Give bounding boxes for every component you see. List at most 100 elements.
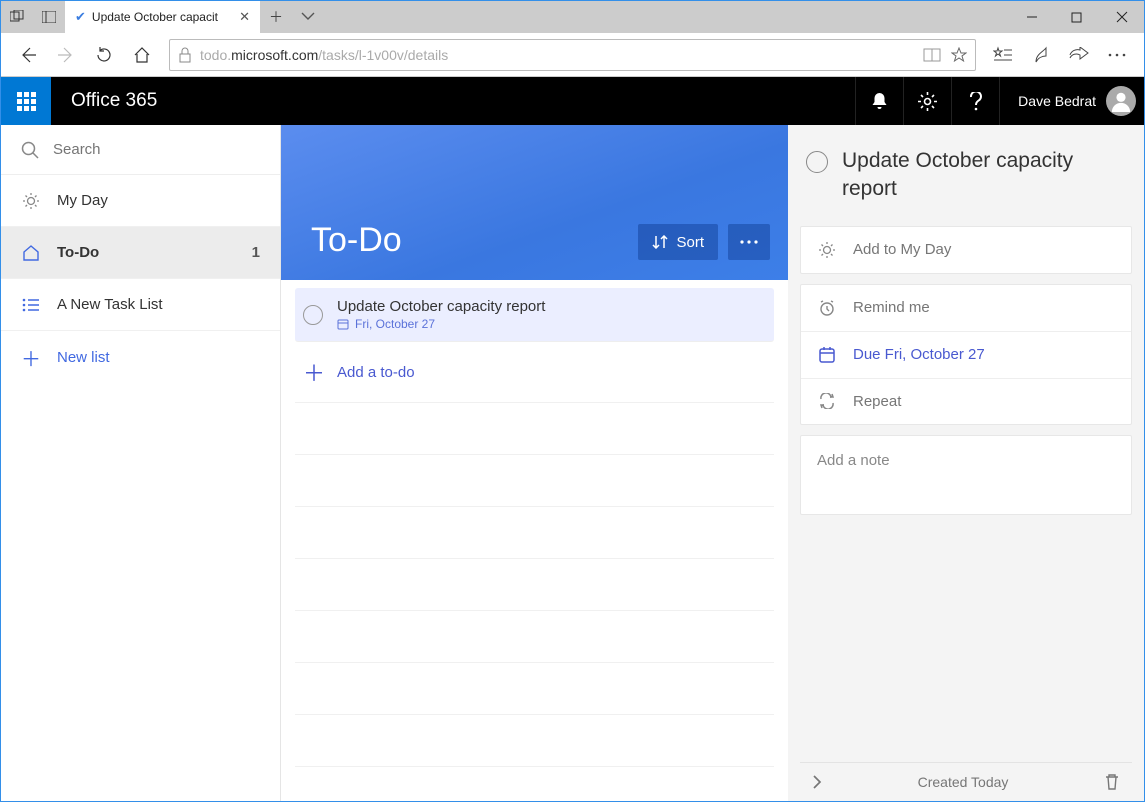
tab-title: Update October capacit [92, 10, 233, 24]
search-row[interactable] [1, 125, 280, 175]
plus-icon: ＋ [21, 343, 41, 372]
user-menu[interactable]: Dave Bedrat [999, 77, 1144, 125]
detail-header: Update October capacity report [800, 139, 1132, 216]
sun-icon [817, 241, 837, 259]
tab-close-icon[interactable]: ✕ [239, 9, 250, 25]
task-list: Update October capacity report Fri, Octo… [281, 280, 788, 767]
tab-favicon-icon: ✔ [75, 9, 86, 25]
task-due: Fri, October 27 [337, 317, 545, 331]
sidebar-item-todo[interactable]: To-Do 1 [1, 227, 280, 279]
sidebar-item-label: My Day [57, 192, 108, 209]
notes-icon[interactable] [1024, 38, 1058, 72]
new-list-button[interactable]: ＋ New list [1, 331, 280, 383]
window-maximize-button[interactable] [1054, 1, 1099, 33]
settings-button[interactable] [903, 77, 951, 125]
due-date-button[interactable]: Due Fri, October 27 [801, 331, 1131, 378]
list-more-button[interactable] [728, 224, 770, 260]
detail-title[interactable]: Update October capacity report [842, 147, 1126, 204]
nav-back-button[interactable] [11, 38, 45, 72]
favorite-star-icon[interactable] [951, 47, 967, 63]
url-text: todo.microsoft.com/tasks/l-1v00v/details [200, 47, 448, 63]
myday-card: Add to My Day [800, 226, 1132, 274]
empty-row [295, 403, 774, 455]
titlebar-tabs-icon[interactable] [1, 10, 33, 24]
window-close-button[interactable] [1099, 1, 1144, 33]
lock-icon [178, 47, 192, 63]
help-button[interactable] [951, 77, 999, 125]
address-bar[interactable]: todo.microsoft.com/tasks/l-1v00v/details [169, 39, 976, 71]
task-title: Update October capacity report [337, 298, 545, 315]
plus-icon: ＋ [303, 356, 323, 388]
avatar [1106, 86, 1136, 116]
list-hero: To-Do Sort [281, 125, 788, 280]
task-complete-toggle[interactable] [303, 305, 323, 325]
myday-label: Add to My Day [853, 241, 951, 258]
detail-pane: Update October capacity report Add to My… [788, 125, 1144, 801]
calendar-icon [337, 318, 349, 330]
sort-button[interactable]: Sort [638, 224, 718, 260]
search-icon [21, 141, 39, 159]
empty-row [295, 455, 774, 507]
due-label: Due Fri, October 27 [853, 346, 985, 363]
empty-row [295, 507, 774, 559]
more-icon[interactable] [1100, 38, 1134, 72]
user-name: Dave Bedrat [1018, 93, 1096, 109]
share-icon[interactable] [1062, 38, 1096, 72]
calendar-icon [817, 346, 837, 364]
window-titlebar: ✔ Update October capacit ✕ ＋ [1, 1, 1144, 33]
sidebar-item-myday[interactable]: My Day [1, 175, 280, 227]
hide-detail-button[interactable] [812, 774, 822, 790]
url-path: /tasks/l-1v00v/details [318, 47, 448, 63]
sidebar: My Day To-Do 1 A New Task List ＋ New lis… [1, 125, 281, 801]
add-task-label: Add a to-do [337, 364, 415, 381]
note-placeholder: Add a note [817, 452, 890, 469]
nav-home-button[interactable] [125, 38, 159, 72]
detail-complete-toggle[interactable] [806, 151, 828, 173]
sidebar-item-label: To-Do [57, 244, 99, 261]
titlebar-left [1, 1, 65, 33]
window-controls [1009, 1, 1144, 33]
reading-view-icon[interactable] [923, 48, 941, 62]
repeat-icon [817, 393, 837, 409]
search-input[interactable] [53, 141, 260, 158]
add-to-myday-button[interactable]: Add to My Day [801, 227, 1131, 273]
detail-footer: Created Today [800, 762, 1132, 801]
sidebar-item-label: A New Task List [57, 296, 163, 313]
empty-row [295, 715, 774, 767]
titlebar-aside-icon[interactable] [33, 11, 65, 23]
delete-task-button[interactable] [1104, 773, 1120, 791]
brand-title: Office 365 [51, 77, 177, 125]
clock-icon [817, 299, 837, 317]
list-pane: To-Do Sort Update October capacity repor… [281, 125, 788, 801]
app-launcher-button[interactable] [1, 77, 51, 125]
sidebar-item-count: 1 [252, 244, 260, 261]
window-minimize-button[interactable] [1009, 1, 1054, 33]
browser-tab[interactable]: ✔ Update October capacit ✕ [65, 1, 260, 33]
address-bar-actions [923, 47, 967, 63]
empty-row [295, 663, 774, 715]
new-list-label: New list [57, 349, 110, 366]
remind-label: Remind me [853, 299, 930, 316]
favorites-list-icon[interactable] [986, 38, 1020, 72]
repeat-button[interactable]: Repeat [801, 378, 1131, 424]
repeat-label: Repeat [853, 393, 901, 410]
task-row[interactable]: Update October capacity report Fri, Octo… [295, 288, 774, 342]
tabs-dropdown-icon[interactable] [292, 1, 324, 33]
new-tab-button[interactable]: ＋ [260, 1, 292, 33]
schedule-card: Remind me Due Fri, October 27 Repeat [800, 284, 1132, 425]
note-input[interactable]: Add a note [800, 435, 1132, 515]
sidebar-item-list[interactable]: A New Task List [1, 279, 280, 331]
sort-label: Sort [676, 234, 704, 251]
task-due-label: Fri, October 27 [355, 317, 435, 331]
created-label: Created Today [822, 774, 1104, 790]
url-host: microsoft.com [231, 47, 318, 63]
nav-forward-button[interactable] [49, 38, 83, 72]
browser-navbar: todo.microsoft.com/tasks/l-1v00v/details [1, 33, 1144, 77]
add-task-button[interactable]: ＋ Add a to-do [295, 342, 774, 403]
empty-row [295, 611, 774, 663]
nav-refresh-button[interactable] [87, 38, 121, 72]
remind-button[interactable]: Remind me [801, 285, 1131, 331]
app-body: My Day To-Do 1 A New Task List ＋ New lis… [1, 125, 1144, 801]
o365-header: Office 365 Dave Bedrat [1, 77, 1144, 125]
notifications-button[interactable] [855, 77, 903, 125]
